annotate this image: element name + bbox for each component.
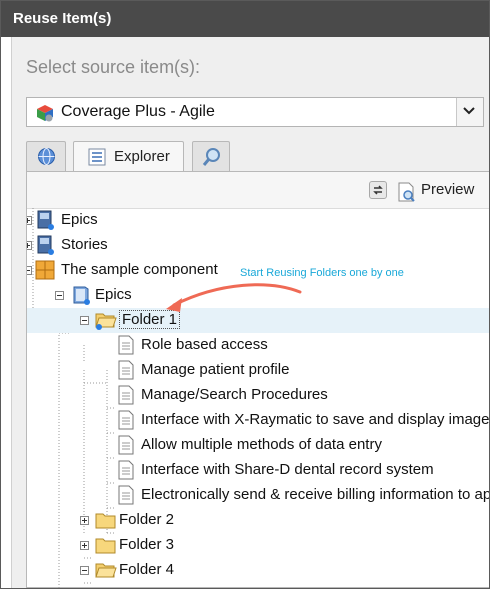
tree-item[interactable]: Electronically send & receive billing in… <box>27 483 489 508</box>
expand-toggle[interactable] <box>27 241 32 250</box>
epic-book-icon <box>37 210 54 230</box>
tree-label: Interface with X-Raymatic to save and di… <box>141 411 489 428</box>
tree-label: Folder 2 <box>119 511 175 528</box>
tree-label: Folder 3 <box>119 536 175 553</box>
tab-explorer-label: Explorer <box>114 148 170 165</box>
story-book-icon <box>37 235 54 255</box>
tree-label: Electronically send & receive billing in… <box>141 486 489 503</box>
tab-globe[interactable] <box>26 141 66 171</box>
project-name: Coverage Plus - Agile <box>61 103 215 120</box>
document-icon <box>118 435 134 455</box>
collapse-toggle[interactable] <box>55 291 64 300</box>
select-source-label: Select source item(s): <box>26 57 201 77</box>
tree-item[interactable]: Role based access <box>27 333 489 358</box>
preview-label: Preview <box>421 181 475 198</box>
document-icon <box>118 460 134 480</box>
globe-icon <box>38 148 55 165</box>
epic-folder-icon <box>73 286 90 305</box>
tree-item[interactable]: Interface with Share-D dental record sys… <box>27 458 489 483</box>
tree-node-folder-2[interactable]: Folder 2 <box>27 508 489 533</box>
document-icon <box>118 410 134 430</box>
tree-label: Stories <box>61 236 108 253</box>
item-tree: Epics Stories The sample component Epics… <box>27 208 489 588</box>
expand-toggle[interactable] <box>27 216 32 225</box>
tree-label: Folder 4 <box>119 561 175 578</box>
document-icon <box>118 485 134 505</box>
dropdown-toggle[interactable] <box>456 98 483 126</box>
tab-search[interactable] <box>192 141 230 171</box>
open-folder-icon <box>95 563 117 578</box>
expand-toggle[interactable] <box>80 516 89 525</box>
explorer-list-icon <box>88 148 106 166</box>
collapse-toggle[interactable] <box>80 566 89 575</box>
tree-label: Epics <box>61 211 98 228</box>
refresh-icon <box>373 185 383 195</box>
folder-icon <box>95 538 116 554</box>
tree-node-epics[interactable]: Epics <box>27 208 489 233</box>
tree-label: Manage/Search Procedures <box>141 386 328 403</box>
folder-icon <box>95 513 116 529</box>
document-icon <box>118 335 134 355</box>
explorer-content: Preview Epics Stories The sample compone… <box>26 171 489 588</box>
tree-label: Role based access <box>141 336 268 353</box>
tree-node-folder-3[interactable]: Folder 3 <box>27 533 489 558</box>
project-cube-icon <box>37 105 53 122</box>
tree-item[interactable]: Interface with X-Raymatic to save and di… <box>27 408 489 433</box>
open-folder-icon <box>95 313 117 330</box>
annotation-arrow-icon <box>166 283 302 312</box>
tree-label: Interface with Share-D dental record sys… <box>141 461 434 478</box>
document-icon <box>118 385 134 405</box>
expand-toggle[interactable] <box>80 541 89 550</box>
tree-label: The sample component <box>61 261 218 278</box>
tree-label: Manage patient profile <box>141 361 290 378</box>
tree-item[interactable]: Manage/Search Procedures <box>27 383 489 408</box>
tree-item[interactable]: Allow multiple methods of data entry <box>27 433 489 458</box>
document-icon <box>118 360 134 380</box>
project-dropdown[interactable]: Coverage Plus - Agile <box>26 97 484 127</box>
search-icon <box>202 148 220 166</box>
tree-label: Allow multiple methods of data entry <box>141 436 382 453</box>
tree-label: Epics <box>95 286 132 303</box>
refresh-button[interactable] <box>369 181 387 199</box>
tree-node-folder-4[interactable]: Folder 4 <box>27 558 489 583</box>
tab-explorer[interactable]: Explorer <box>73 141 184 171</box>
tree-item[interactable]: Manage patient profile <box>27 358 489 383</box>
chevron-down-icon <box>463 107 475 115</box>
collapse-toggle[interactable] <box>27 266 32 275</box>
dialog-title: Reuse Item(s) <box>1 1 489 37</box>
tree-node-stories[interactable]: Stories <box>27 233 489 258</box>
collapse-toggle[interactable] <box>80 316 89 325</box>
preview-icon <box>398 182 415 202</box>
explorer-toolbar: Preview <box>27 172 489 209</box>
component-icon <box>35 260 55 280</box>
